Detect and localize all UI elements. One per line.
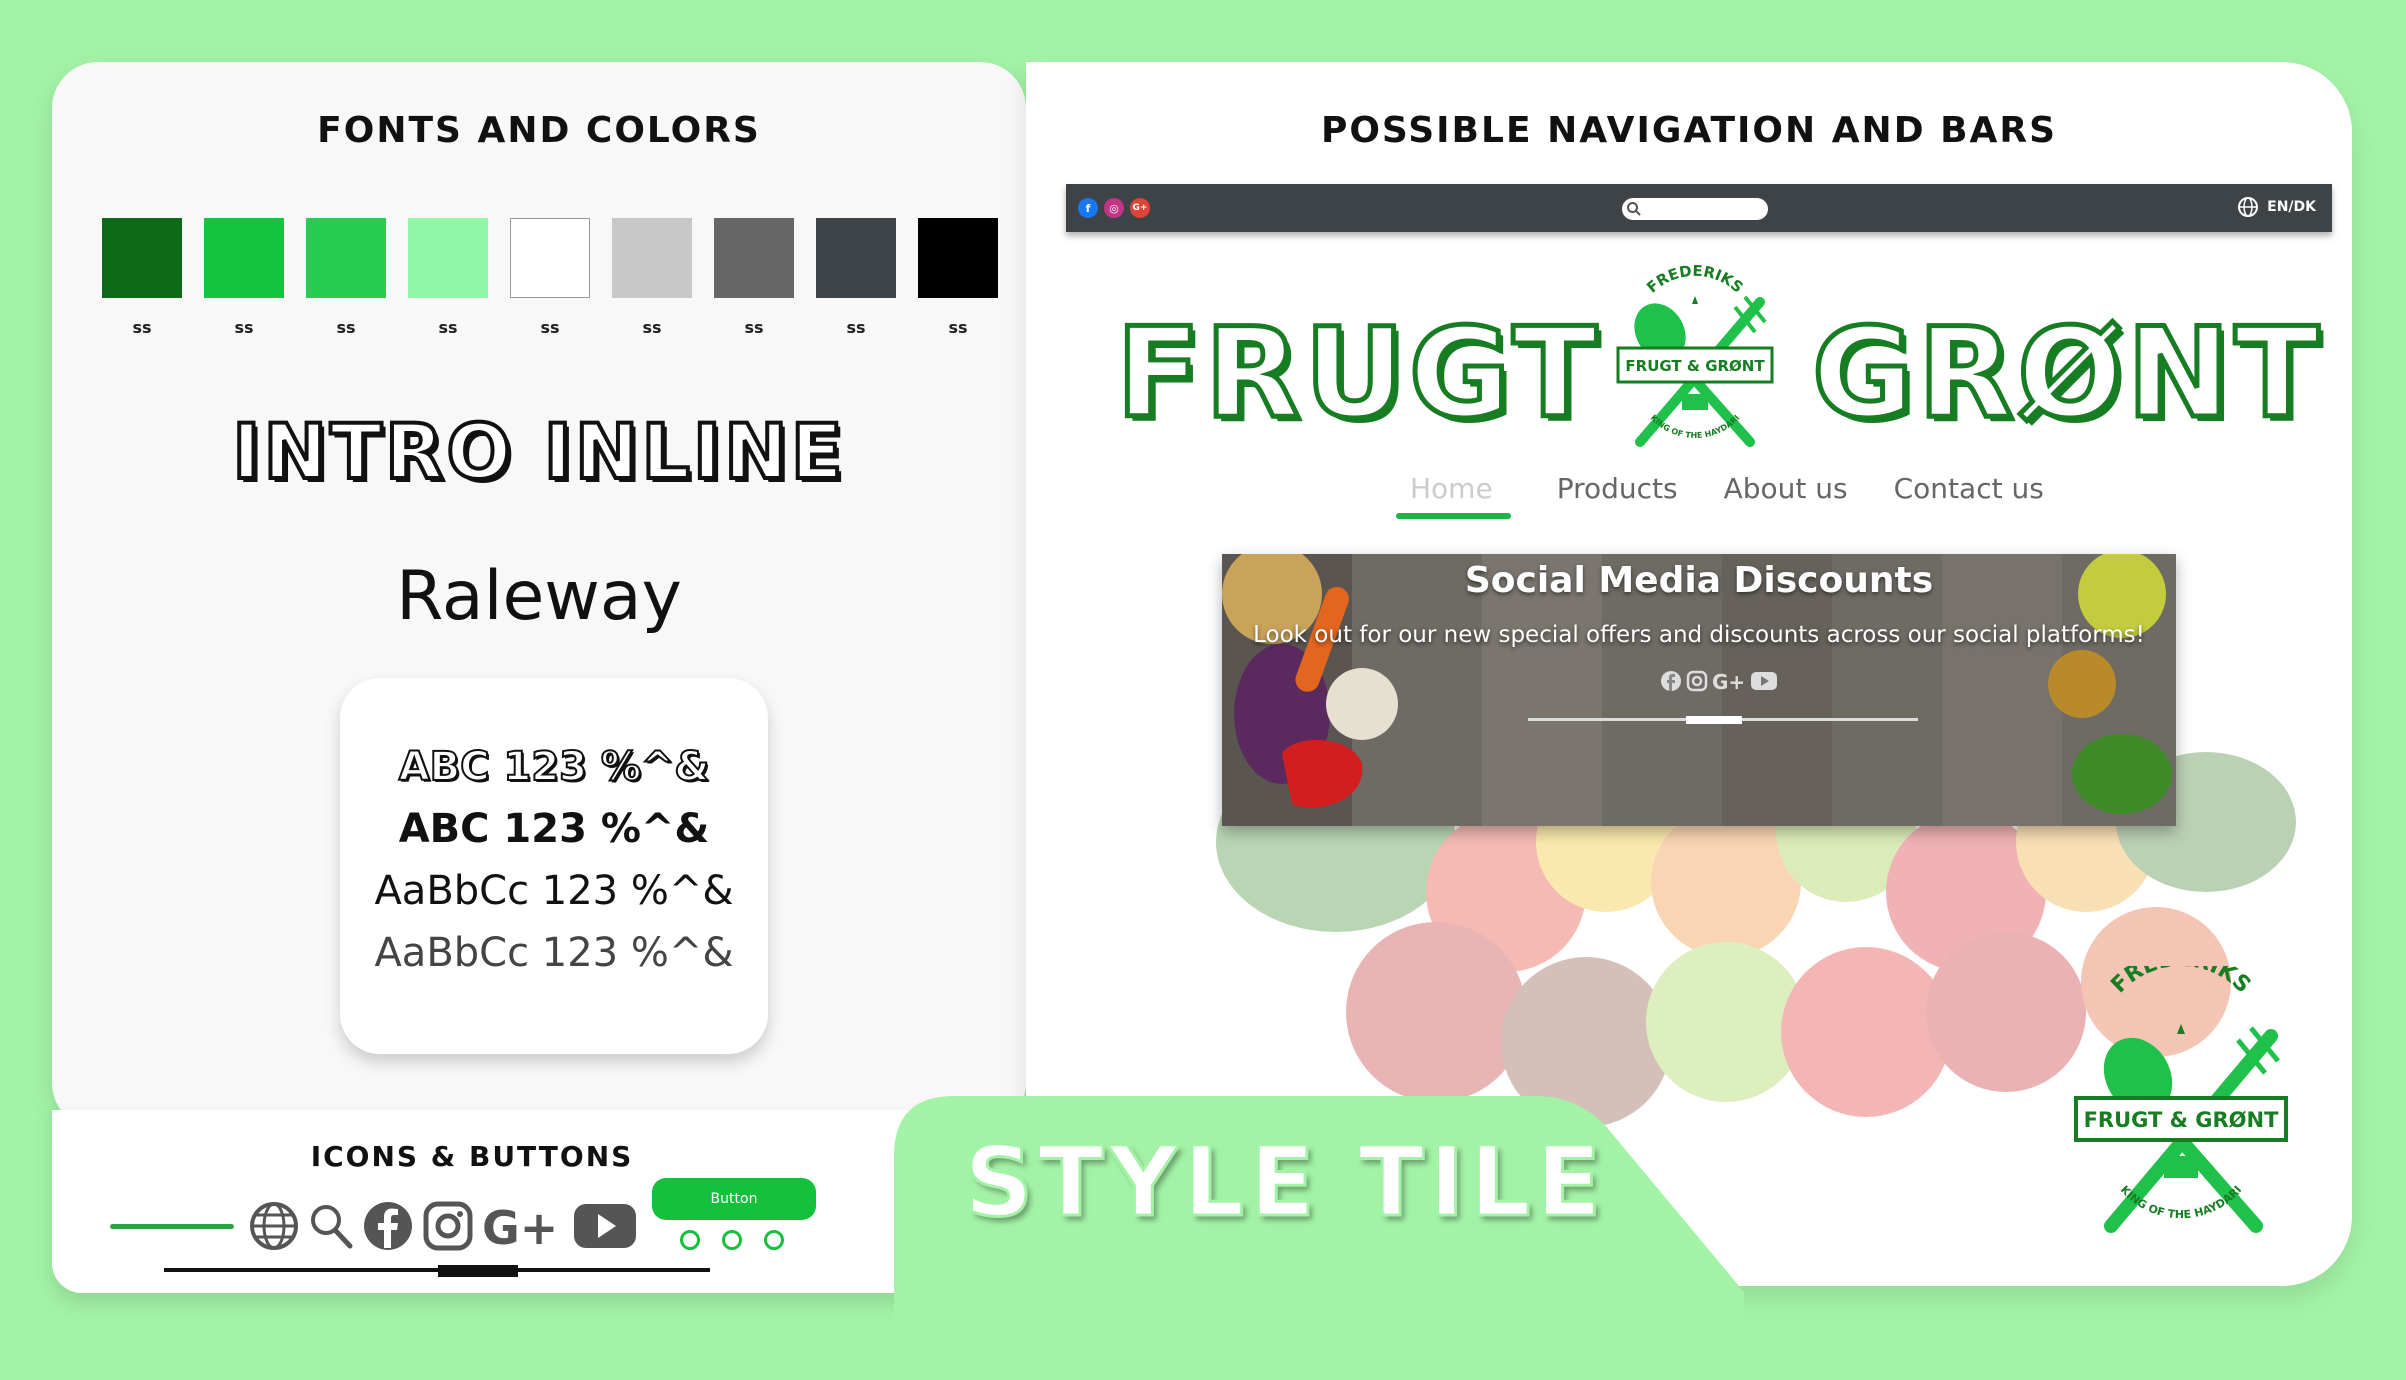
nav-item-products[interactable]: Products [1557,472,1678,519]
color-swatch: ss [306,218,386,337]
navigation-title: POSSIBLE NAVIGATION AND BARS [1320,110,2058,151]
type-sample-box: ABC 123 %^& ABC 123 %^& AaBbCc 123 %^& A… [340,678,768,1054]
style-tile-title: STYLE TILE [962,1125,1607,1240]
google-plus-icon[interactable]: G+ [482,1200,564,1252]
body-font-sample: Raleway [396,557,682,636]
swatch-label: ss [846,318,866,337]
brand-name-left: FRUGT [1113,300,1602,449]
logo-arc-top: FREDERIKS [1643,262,1746,297]
instagram-icon[interactable] [1686,670,1708,692]
facebook-icon[interactable]: f [1078,198,1098,218]
color-swatch: ss [714,218,794,337]
instagram-icon[interactable]: ◎ [1104,198,1124,218]
sample-heading-bold: ABC 123 %^& [398,806,710,852]
color-swatch: ss [612,218,692,337]
brand-name-right: GRØNT [1809,300,2324,449]
carousel-dot[interactable] [764,1230,784,1250]
google-plus-icon[interactable]: G+ [1130,198,1150,218]
swatch-color-box [918,218,998,298]
slider-thumb[interactable] [438,1265,518,1277]
swatch-color-box [714,218,794,298]
heading-font-sample: INTRO INLINE [230,405,846,498]
logo-center-text: FRUGT & GRØNT [1625,357,1765,375]
instagram-icon[interactable] [422,1200,474,1252]
color-swatch: ss [102,218,182,337]
banner-social-icons: G+ [1660,670,1778,692]
search-icon [1627,202,1641,216]
swatch-label: ss [948,318,968,337]
brand-logo[interactable]: FREDERIKS FRUGT & GRØNT KING OF THE HAYD… [1610,252,1780,452]
language-switcher[interactable]: EN/DK [2237,196,2316,218]
swatch-label: ss [540,318,560,337]
slider-track [164,1268,710,1272]
nav-item-home[interactable]: Home [1396,472,1511,519]
globe-icon [2238,197,2259,217]
swatch-color-box [816,218,896,298]
color-swatch: ss [816,218,896,337]
brand-logo-large: FREDERIKS FRUGT & GRØNT KING OF THE HAYD… [2074,966,2288,1233]
swatch-color-box [306,218,386,298]
swatch-color-box [102,218,182,298]
fonts-colors-title: FONTS AND COLORS [317,110,761,151]
swatch-color-box [204,218,284,298]
nav-item-contact[interactable]: Contact us [1894,472,2044,519]
carousel-dot[interactable] [722,1230,742,1250]
swatch-label: ss [744,318,764,337]
main-navigation: Home Products About us Contact us [1396,472,2044,519]
fonts-colors-card: FONTS AND COLORS ss ss ss ss ss ss ss ss ss INTR… [52,62,1026,1129]
banner-title: Social Media Discounts [1464,560,1934,601]
sample-body-regular: AaBbCc 123 %^& [374,868,734,914]
nav-item-about[interactable]: About us [1724,472,1848,519]
svg-text:FREDERIKS: FREDERIKS [1643,262,1746,297]
swatch-label: ss [642,318,662,337]
color-swatch: ss [918,218,998,337]
top-bar: f ◎ G+ EN/DK [1066,184,2332,232]
carousel-dot[interactable] [680,1230,700,1250]
language-label: EN/DK [2267,199,2316,215]
svg-text:FREDERIKS: FREDERIKS [2107,966,2256,998]
color-swatches: ss ss ss ss ss ss ss ss ss [102,218,998,337]
logo-center-text: FRUGT & GRØNT [2084,1108,2280,1132]
active-underline-sample [110,1224,234,1229]
swatch-label: ss [336,318,356,337]
svg-text:G+: G+ [482,1201,558,1252]
swatch-color-box [510,218,590,298]
search-input[interactable] [1622,198,1768,220]
banner-slider-thumb[interactable] [1686,716,1742,724]
color-swatch: ss [204,218,284,337]
color-swatch: ss [408,218,488,337]
facebook-icon[interactable] [1660,670,1682,692]
sample-body-light: AaBbCc 123 %^& [374,930,734,976]
svg-text:G+: G+ [1712,670,1745,692]
swatch-label: ss [438,318,458,337]
swatch-label: ss [132,318,152,337]
sample-heading-inline: ABC 123 %^& [398,743,711,791]
icons-buttons-title: ICONS & BUTTONS [310,1140,634,1173]
carousel-dots [680,1230,784,1250]
facebook-icon[interactable] [362,1200,414,1252]
promo-banner: Social Media Discounts Look out for our … [1222,554,2176,826]
search-icon[interactable] [308,1200,354,1252]
color-swatch: ss [510,218,590,337]
swatch-color-box [408,218,488,298]
logo-arc-top: FREDERIKS [2107,966,2256,998]
youtube-icon[interactable] [572,1200,638,1252]
swatch-color-box [612,218,692,298]
globe-icon[interactable] [248,1200,300,1252]
google-plus-icon[interactable]: G+ [1712,670,1746,692]
topbar-social-icons: f ◎ G+ [1078,198,1150,218]
youtube-icon[interactable] [1750,670,1778,692]
banner-text: Look out for our new special offers and … [1253,622,2145,648]
icon-set: G+ [248,1200,638,1252]
primary-button[interactable]: Button [652,1178,816,1220]
swatch-label: ss [234,318,254,337]
